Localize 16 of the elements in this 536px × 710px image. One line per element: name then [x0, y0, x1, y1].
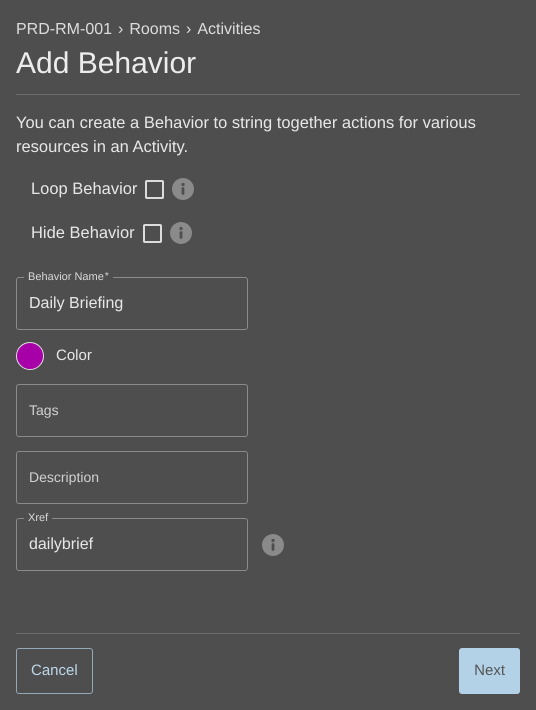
- page-title: Add Behavior: [16, 46, 198, 82]
- description-text: You can create a Behavior to string together actions for various resources in an Activity.: [16, 113, 476, 158]
- checkbox[interactable]: [145, 180, 164, 198]
- checkbox-label: Hide Behavior: [31, 222, 135, 244]
- breadcrumb-link[interactable]: Rooms: [129, 18, 180, 42]
- cancel-button[interactable]: Cancel: [16, 648, 93, 694]
- breadcrumb-separator: ›: [118, 20, 124, 40]
- input-field[interactable]: Tags: [16, 384, 248, 437]
- checkbox[interactable]: [142, 224, 162, 242]
- checkbox-label: Loop Behavior: [31, 178, 138, 200]
- input-field[interactable]: Description: [16, 451, 248, 504]
- color-swatch[interactable]: [16, 342, 44, 370]
- breadcrumb-separator: ›: [186, 20, 192, 40]
- color-label: Color: [56, 346, 92, 366]
- breadcrumb-link[interactable]: PRD-RM-001: [16, 18, 112, 42]
- breadcrumb-link[interactable]: Activities: [197, 18, 260, 42]
